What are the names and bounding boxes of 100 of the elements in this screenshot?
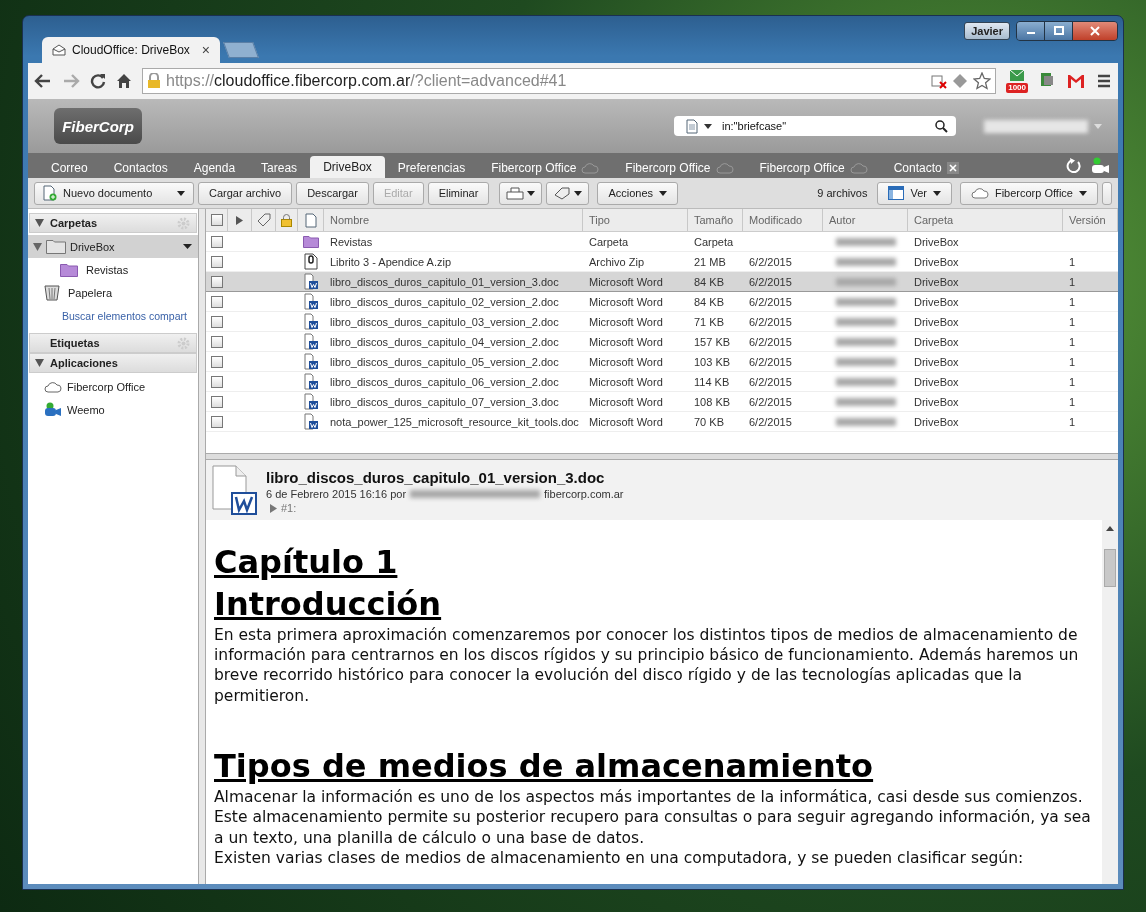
row-checkbox[interactable]: [211, 315, 223, 328]
sidebar-item[interactable]: DriveBox: [28, 235, 198, 258]
row-checkbox[interactable]: [211, 415, 223, 428]
file-type: Carpeta: [588, 234, 630, 250]
document-heading: Introducción: [214, 583, 443, 625]
caret-icon[interactable]: [183, 244, 192, 249]
version-number: 1: [1068, 314, 1077, 330]
gmail-icon[interactable]: [1066, 73, 1086, 89]
close-icon[interactable]: [946, 162, 959, 174]
row-checkbox[interactable]: [211, 375, 223, 388]
browser-tab[interactable]: CloudOffice: DriveBox ×: [42, 37, 220, 63]
column-header[interactable]: Autor: [823, 209, 908, 231]
back-icon[interactable]: [34, 73, 52, 89]
folder-icon: [303, 235, 319, 248]
file-row[interactable]: libro_discos_duros_capitulo_03_version_2.doc Microsoft Word 71 KB 6/2/2015 DriveBox 1: [206, 312, 1118, 332]
close-button[interactable]: [1073, 22, 1117, 40]
document-paragraph: Almacenar la información es uno de los aspectos más importantes de la informática, casi desde sus comienzos. Este almacenamiento permite su posterior recupero para consultas o para seguir agregando información, ya sea a un texto, una planilla de cálculo o una base de datos.: [214, 787, 1092, 848]
version-number: 1: [1068, 394, 1077, 410]
column-header[interactable]: Nombre: [324, 209, 583, 231]
close-icon: [1090, 26, 1100, 36]
search-icon[interactable]: [935, 119, 948, 133]
document-paragraph: Existen varias clases de medios de almacenamiento en una computadora, y se pueden clasificar según:: [214, 847, 1025, 868]
app-tab[interactable]: Contactos: [100, 158, 181, 178]
section-header[interactable]: Carpetas: [29, 213, 197, 233]
row-checkbox[interactable]: [211, 235, 223, 248]
file-row[interactable]: libro_discos_duros_capitulo_04_version_2.doc Microsoft Word 157 KB 6/2/2015 DriveBox 1: [206, 332, 1118, 352]
caret-icon: [527, 190, 536, 196]
maximize-button[interactable]: [1045, 22, 1073, 40]
toolbar-button[interactable]: Ver: [877, 181, 952, 205]
app-tab[interactable]: Fibercorp Office: [612, 158, 747, 178]
star-icon[interactable]: [973, 72, 992, 90]
column-header[interactable]: Modificado: [743, 209, 823, 231]
document-paragraph: En esta primera aproximación comenzaremos por conocer los distintos tipos de medios de almacenamiento de información para centrarnos en los discos rígidos y su principio básico de funcionamiento. Además haremos un breve recorrido histórico para conocer la evolución del disco rígido y de las tecnologías aplicadas que la permitieron.: [214, 625, 1080, 706]
section-header[interactable]: Aplicaciones: [29, 353, 197, 373]
row-checkbox[interactable]: [211, 295, 223, 308]
file-row[interactable]: libro_discos_duros_capitulo_02_version_2.doc Microsoft Word 84 KB 6/2/2015 DriveBox 1: [206, 292, 1118, 312]
menu-icon[interactable]: [1096, 74, 1112, 88]
file-row[interactable]: libro_discos_duros_capitulo_06_version_2.doc Microsoft Word 114 KB 6/2/2015 DriveBox 1: [206, 372, 1118, 392]
modified-date: 6/2/2015: [748, 334, 793, 350]
refresh-icon[interactable]: [1066, 157, 1082, 174]
column-header[interactable]: Carpeta: [908, 209, 1063, 231]
search-field[interactable]: in:"briefcase": [674, 116, 956, 136]
section-header[interactable]: Etiquetas: [29, 333, 197, 353]
app-tab[interactable]: Preferencias: [384, 158, 479, 178]
file-row[interactable]: libro_discos_duros_capitulo_05_version_2.doc Microsoft Word 103 KB 6/2/2015 DriveBox 1: [206, 352, 1118, 372]
version-number: 1: [1068, 274, 1077, 290]
caret-icon[interactable]: [704, 123, 712, 129]
toolbar-button[interactable]: Nuevo documento: [34, 181, 194, 205]
move-button[interactable]: [499, 181, 543, 205]
tab-close-button[interactable]: ×: [201, 42, 210, 58]
app-tab[interactable]: Tareas: [248, 158, 311, 178]
blurred-author: [835, 417, 896, 426]
toolbar-button[interactable]: Fibercorp Office: [959, 181, 1098, 205]
row-checkbox[interactable]: [211, 395, 223, 408]
address-bar[interactable]: https://cloudoffice.fibercorp.com.ar/?client=advanced#41: [142, 68, 997, 94]
column-header[interactable]: Tipo: [583, 209, 688, 231]
row-checkbox[interactable]: [211, 275, 223, 288]
app-tab[interactable]: DriveBox: [310, 156, 385, 178]
column-header[interactable]: Versión: [1063, 209, 1118, 231]
scroll-thumb[interactable]: [1104, 549, 1116, 587]
caret-icon: [932, 190, 941, 196]
toolbar-button[interactable]: Cargar archivo: [198, 181, 293, 205]
new-document-icon: [43, 185, 57, 201]
row-checkbox[interactable]: [211, 335, 223, 348]
file-row[interactable]: nota_power_125_microsoft_resource_kit_tools.doc Microsoft Word 70 KB 6/2/2015 DriveBox 1: [206, 412, 1118, 432]
blurred-author: [835, 337, 896, 346]
caret-icon: [659, 190, 667, 196]
file-size: 108 KB: [693, 394, 732, 410]
toolbar-button[interactable]: Acciones: [597, 181, 678, 205]
sidebar-item[interactable]: Papelera: [28, 281, 198, 304]
blurred-author: [835, 257, 896, 266]
sidebar-item[interactable]: Revistas: [28, 258, 198, 281]
chat-status-icon[interactable]: [1090, 156, 1110, 175]
home-icon[interactable]: [116, 73, 132, 89]
puzzle-blocked-icon[interactable]: [931, 73, 948, 89]
row-checkbox[interactable]: [211, 355, 223, 368]
app-tab[interactable]: Fibercorp Office: [746, 158, 881, 178]
sidebar-item[interactable]: Weemo: [28, 398, 198, 421]
column-header[interactable]: Tamaño: [688, 209, 743, 231]
file-row[interactable]: libro_discos_duros_capitulo_01_version_3.doc Microsoft Word 84 KB 6/2/2015 DriveBox 1: [206, 272, 1118, 292]
select-all-checkbox[interactable]: [210, 214, 223, 226]
toolbar-button[interactable]: Descargar: [296, 181, 369, 205]
search-shared-link[interactable]: Buscar elementos compart: [28, 304, 198, 327]
diamond-icon[interactable]: [952, 73, 969, 89]
app-tab[interactable]: Fibercorp Office: [478, 158, 613, 178]
reload-icon[interactable]: [90, 73, 106, 89]
scroll-up-arrow-icon[interactable]: [1106, 526, 1114, 531]
file-row[interactable]: Revistas Carpeta Carpeta DriveBox: [206, 232, 1118, 252]
play-arrow-icon[interactable]: [270, 503, 277, 513]
app-tab[interactable]: Agenda: [180, 158, 249, 178]
app-tab[interactable]: Correo: [38, 158, 101, 178]
new-tab-button[interactable]: [223, 42, 259, 58]
row-checkbox[interactable]: [211, 255, 223, 268]
file-row[interactable]: libro_discos_duros_capitulo_07_version_3.doc Microsoft Word 108 KB 6/2/2015 DriveBox 1: [206, 392, 1118, 412]
sidebar-item[interactable]: Fibercorp Office: [28, 375, 198, 398]
app-tab[interactable]: Contacto: [880, 158, 972, 178]
tag-button[interactable]: [546, 181, 590, 205]
scrollbar[interactable]: [1102, 520, 1118, 884]
minimize-button[interactable]: [1017, 22, 1045, 40]
toolbar-button[interactable]: Eliminar: [427, 181, 490, 205]
